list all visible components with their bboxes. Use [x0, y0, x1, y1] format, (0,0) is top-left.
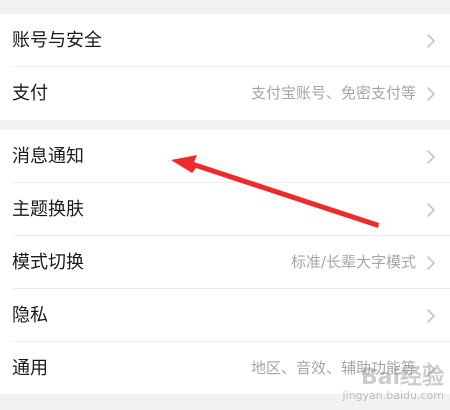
settings-group-general: 消息通知 主题换肤 模式切换 标准/长辈大字模式 隐私 通用 地区、音效、辅助功…: [0, 130, 450, 394]
chevron-right-icon: [427, 150, 435, 164]
watermark-text: jingyan.baidu.com: [342, 389, 444, 402]
row-label: 消息通知: [12, 146, 84, 167]
row-label: 主题换肤: [12, 199, 84, 220]
settings-row-payment[interactable]: 支付 支付宝账号、免密支付等: [0, 67, 450, 120]
row-label: 支付: [12, 83, 48, 104]
chevron-right-icon: [427, 34, 435, 48]
chevron-right-icon: [427, 87, 435, 101]
chevron-right-icon: [427, 309, 435, 323]
row-hint: 标准/长辈大字模式: [290, 253, 416, 271]
settings-row-mode-switch[interactable]: 模式切换 标准/长辈大字模式: [0, 236, 450, 289]
watermark-logo: Bai经验: [360, 365, 444, 390]
chevron-right-icon: [427, 256, 435, 270]
settings-row-privacy[interactable]: 隐私: [0, 289, 450, 342]
row-label: 通用: [12, 358, 48, 379]
settings-group-account: 账号与安全 支付 支付宝账号、免密支付等: [0, 14, 450, 120]
row-label: 隐私: [12, 305, 48, 326]
row-hint: 支付宝账号、免密支付等: [250, 84, 416, 102]
watermark: Bai经验 jingyan.baidu.com: [334, 366, 444, 406]
row-label: 账号与安全: [12, 30, 102, 51]
settings-row-account-security[interactable]: 账号与安全: [0, 14, 450, 67]
settings-row-notifications[interactable]: 消息通知: [0, 130, 450, 183]
chevron-right-icon: [427, 203, 435, 217]
settings-row-theme[interactable]: 主题换肤: [0, 183, 450, 236]
row-label: 模式切换: [12, 252, 84, 273]
